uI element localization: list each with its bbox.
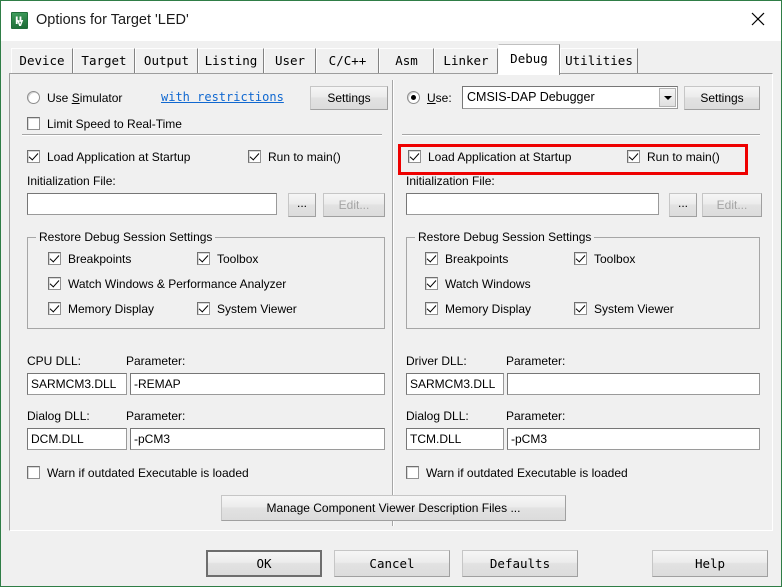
left-run-to-main-checkbox[interactable] <box>248 150 261 163</box>
close-icon[interactable] <box>735 1 781 33</box>
right-watch-windows-label: Watch Windows <box>445 277 531 291</box>
left-memory-display-label: Memory Display <box>68 302 155 316</box>
right-load-application-label: Load Application at Startup <box>428 150 572 164</box>
left-toolbox-label: Toolbox <box>217 252 259 266</box>
left-init-file-label: Initialization File: <box>27 174 116 188</box>
left-edit-button[interactable]: Edit... <box>323 193 385 217</box>
use-simulator-label: Use Simulator <box>47 91 123 105</box>
driver-dll-parameter-input[interactable] <box>507 373 760 395</box>
tab-linker[interactable]: Linker <box>434 48 498 74</box>
left-load-application-label: Load Application at Startup <box>47 150 191 164</box>
right-browse-button[interactable]: ... <box>669 193 697 217</box>
left-run-to-main-label: Run to main() <box>268 150 341 164</box>
cpu-dll-label: CPU DLL: <box>27 354 82 368</box>
right-toolbox-checkbox[interactable] <box>574 252 587 265</box>
limit-speed-checkbox[interactable] <box>27 117 40 130</box>
left-dialog-dll-input[interactable]: DCM.DLL <box>27 428 127 450</box>
title-bar: μV Options for Target 'LED' <box>1 1 781 42</box>
limit-speed-label: Limit Speed to Real-Time <box>47 117 182 131</box>
uvision-icon: μV <box>11 12 28 29</box>
right-dialog-dll-label: Dialog DLL: <box>406 409 469 423</box>
panel-divider <box>392 80 394 526</box>
simulator-settings-button[interactable]: Settings <box>310 86 388 110</box>
tab-output[interactable]: Output <box>135 48 198 74</box>
left-restore-session-title: Restore Debug Session Settings <box>36 230 216 244</box>
left-system-viewer-checkbox[interactable] <box>197 302 210 315</box>
driver-dll-input[interactable]: SARMCM3.DLL <box>406 373 504 395</box>
tab-c-cpp[interactable]: C/C++ <box>316 48 379 74</box>
tab-user[interactable]: User <box>264 48 316 74</box>
right-init-file-input[interactable] <box>406 193 659 215</box>
right-restore-session-title: Restore Debug Session Settings <box>415 230 595 244</box>
left-watch-windows-label: Watch Windows & Performance Analyzer <box>68 277 287 291</box>
right-warn-outdated-label: Warn if outdated Executable is loaded <box>426 466 628 480</box>
right-dialog-dll-input[interactable]: TCM.DLL <box>406 428 504 450</box>
cancel-button[interactable]: Cancel <box>334 550 450 577</box>
tab-listing[interactable]: Listing <box>198 48 264 74</box>
left-separator <box>22 134 382 136</box>
right-separator <box>402 134 760 136</box>
dialog-button-bar: OK Cancel Defaults Help <box>1 539 781 586</box>
debugger-settings-button[interactable]: Settings <box>684 86 760 110</box>
right-watch-windows-checkbox[interactable] <box>425 277 438 290</box>
right-load-application-checkbox[interactable] <box>408 150 421 163</box>
ok-button[interactable]: OK <box>206 550 322 577</box>
left-dialog-dll-parameter-label: Parameter: <box>126 409 186 423</box>
debug-tab-panel: Use Simulator with restrictions Settings… <box>9 73 773 531</box>
debugger-select[interactable]: CMSIS-DAP Debugger <box>462 86 678 109</box>
right-toolbox-label: Toolbox <box>594 252 636 266</box>
use-debugger-radio[interactable] <box>407 91 420 104</box>
left-browse-button[interactable]: ... <box>288 193 316 217</box>
left-warn-outdated-checkbox[interactable] <box>27 466 40 479</box>
manage-component-viewer-button[interactable]: Manage Component Viewer Description File… <box>221 495 566 521</box>
page-title: Options for Target 'LED' <box>36 12 189 28</box>
left-toolbox-checkbox[interactable] <box>197 252 210 265</box>
right-warn-outdated-checkbox[interactable] <box>406 466 419 479</box>
right-run-to-main-checkbox[interactable] <box>627 150 640 163</box>
chevron-down-icon[interactable] <box>659 88 676 107</box>
left-memory-display-checkbox[interactable] <box>48 302 61 315</box>
use-simulator-radio[interactable] <box>27 91 40 104</box>
tab-device[interactable]: Device <box>11 48 73 74</box>
tab-utilities[interactable]: Utilities <box>560 48 638 74</box>
left-system-viewer-label: System Viewer <box>217 302 297 316</box>
right-edit-button[interactable]: Edit... <box>702 193 762 217</box>
defaults-button[interactable]: Defaults <box>462 550 578 577</box>
right-breakpoints-checkbox[interactable] <box>425 252 438 265</box>
right-memory-display-checkbox[interactable] <box>425 302 438 315</box>
cpu-dll-parameter-input[interactable]: -REMAP <box>130 373 385 395</box>
cpu-dll-parameter-label: Parameter: <box>126 354 186 368</box>
left-load-application-checkbox[interactable] <box>27 150 40 163</box>
right-run-to-main-label: Run to main() <box>647 150 720 164</box>
left-warn-outdated-label: Warn if outdated Executable is loaded <box>47 466 249 480</box>
right-system-viewer-label: System Viewer <box>594 302 674 316</box>
left-dialog-dll-label: Dialog DLL: <box>27 409 90 423</box>
tab-target[interactable]: Target <box>73 48 135 74</box>
cpu-dll-input[interactable]: SARMCM3.DLL <box>27 373 127 395</box>
left-breakpoints-checkbox[interactable] <box>48 252 61 265</box>
right-breakpoints-label: Breakpoints <box>445 252 509 266</box>
right-init-file-label: Initialization File: <box>406 174 495 188</box>
tab-strip: Device Target Output Listing User C/C++ … <box>1 41 781 75</box>
use-debugger-label: Use: <box>427 91 452 105</box>
tab-debug[interactable]: Debug <box>498 44 560 75</box>
right-system-viewer-checkbox[interactable] <box>574 302 587 315</box>
right-dialog-dll-parameter-input[interactable]: -pCM3 <box>507 428 760 450</box>
help-button[interactable]: Help <box>652 550 768 577</box>
left-init-file-input[interactable] <box>27 193 277 215</box>
left-dialog-dll-parameter-input[interactable]: -pCM3 <box>130 428 385 450</box>
driver-dll-parameter-label: Parameter: <box>506 354 566 368</box>
left-breakpoints-label: Breakpoints <box>68 252 132 266</box>
right-dialog-dll-parameter-label: Parameter: <box>506 409 566 423</box>
left-watch-windows-checkbox[interactable] <box>48 277 61 290</box>
driver-dll-label: Driver DLL: <box>406 354 467 368</box>
with-restrictions-link[interactable]: with restrictions <box>161 90 284 104</box>
options-dialog-window: μV Options for Target 'LED' Device Targe… <box>0 0 782 587</box>
debugger-select-value: CMSIS-DAP Debugger <box>467 90 595 104</box>
tab-asm[interactable]: Asm <box>379 48 434 74</box>
right-memory-display-label: Memory Display <box>445 302 532 316</box>
